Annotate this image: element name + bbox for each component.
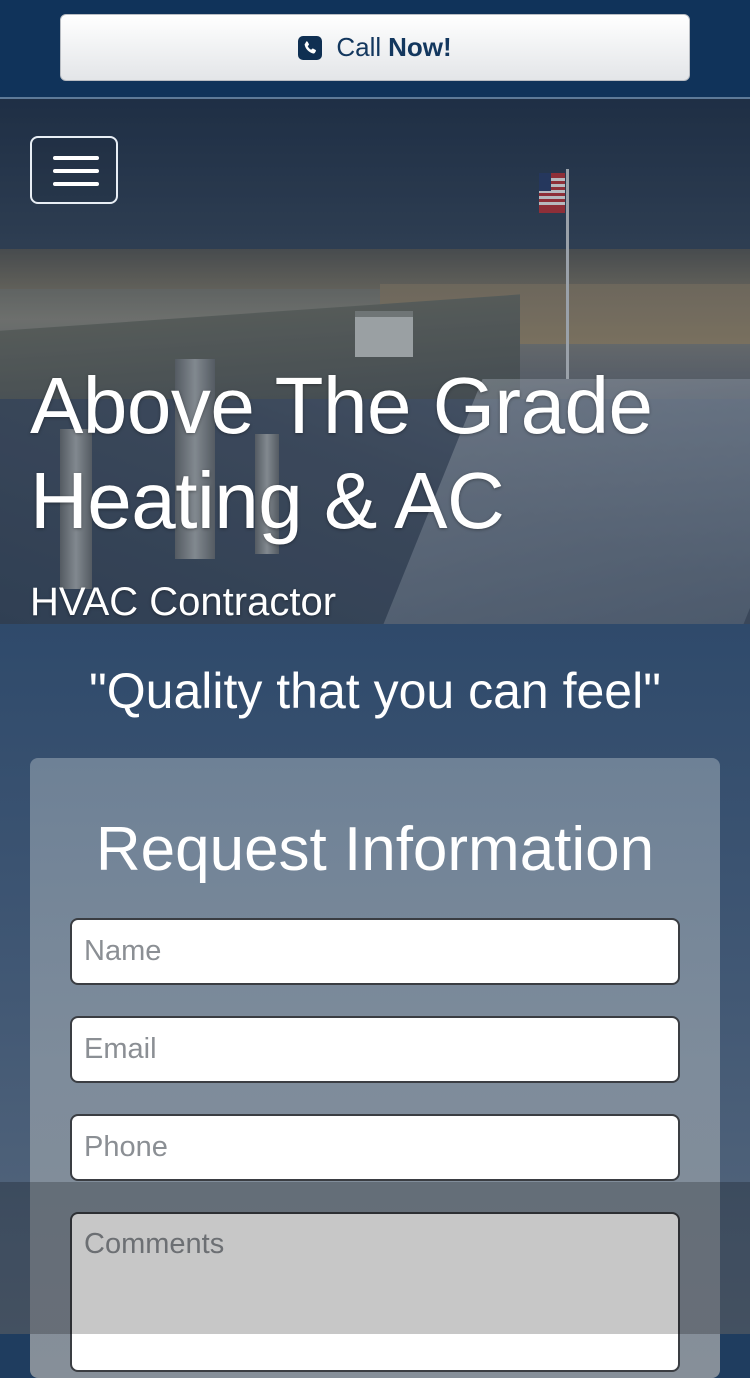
call-bar: Call Now! xyxy=(0,0,750,99)
title-line-1: Above The Grade xyxy=(30,361,653,450)
email-input[interactable] xyxy=(70,1016,680,1083)
call-label-bold: Now! xyxy=(388,32,452,62)
phone-icon xyxy=(298,35,323,60)
hamburger-menu-icon xyxy=(53,182,99,186)
hamburger-menu-icon xyxy=(53,169,99,173)
menu-button[interactable] xyxy=(30,136,118,204)
tagline: "Quality that you can feel" xyxy=(89,663,661,719)
call-label: Call xyxy=(336,32,382,62)
name-input[interactable] xyxy=(70,918,680,985)
comments-textarea[interactable] xyxy=(70,1212,680,1372)
title-line-2: Heating & AC xyxy=(30,456,505,545)
call-now-button[interactable]: Call Now! xyxy=(60,14,690,81)
hamburger-menu-icon xyxy=(53,156,99,160)
phone-input[interactable] xyxy=(70,1114,680,1181)
page-title: Above The Grade Heating & AC xyxy=(30,358,730,548)
form-title: Request Information xyxy=(95,815,655,884)
page-subtitle: HVAC Contractor xyxy=(30,580,337,624)
